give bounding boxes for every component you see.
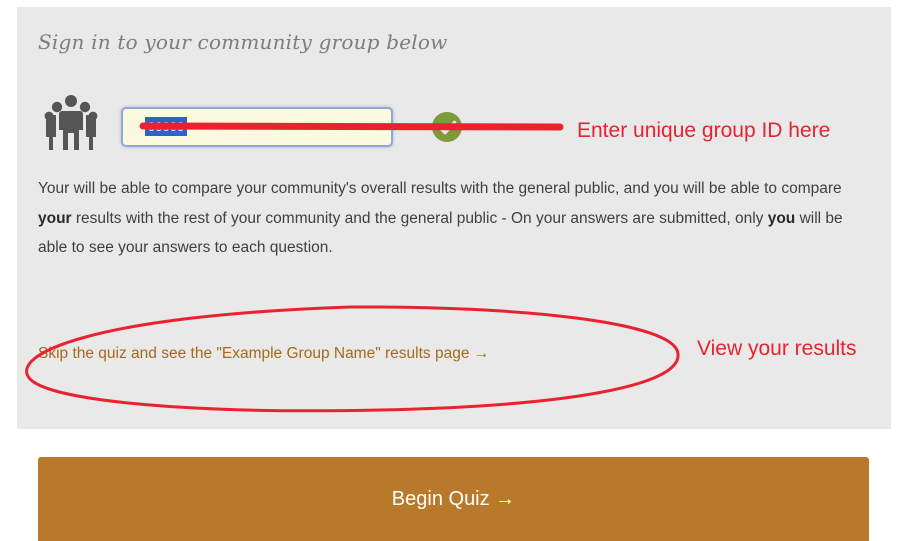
skip-quiz-link[interactable]: Skip the quiz and see the "Example Group… [38,345,489,363]
begin-quiz-button[interactable]: Begin Quiz → [38,457,869,541]
annotation-results-hint: View your results [697,337,857,360]
group-id-selected-text: 00000 [145,117,188,136]
check-circle-icon [432,112,462,142]
people-group-icon [44,95,98,150]
sign-in-heading: Sign in to your community group below [38,30,448,54]
annotation-group-id-hint: Enter unique group ID here [577,119,831,142]
description-text: Your will be able to compare your commun… [38,180,843,256]
